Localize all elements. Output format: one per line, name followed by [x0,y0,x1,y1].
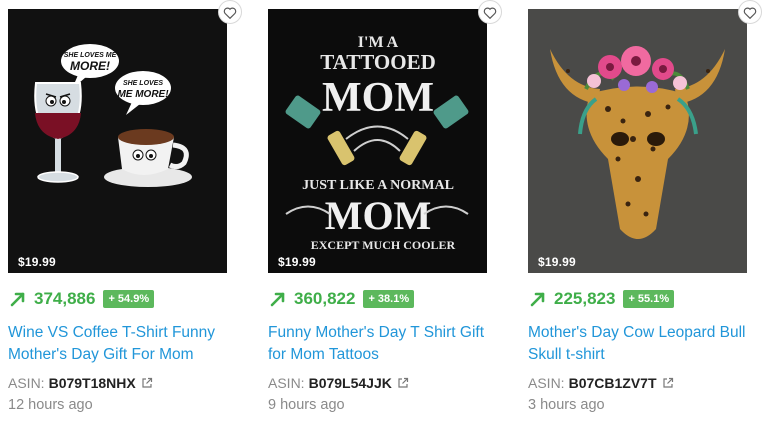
product-title-link[interactable]: Funny Mother's Day T Shirt Gift for Mom … [268,322,496,366]
product-title-link[interactable]: Wine VS Coffee T-Shirt Funny Mother's Da… [8,322,236,366]
product-card: I'M A TATTOOED MOM JUST LIKE A NORMAL MO… [268,0,502,437]
price-badge: $19.99 [538,255,576,269]
trending-up-icon [270,292,285,307]
sales-rank: 360,822 [294,289,356,308]
sales-stats: 225,823 + 55.1% [530,288,675,310]
rank-change-badge: + 55.1% [623,290,675,308]
rank-change-badge: + 54.9% [103,290,155,308]
time-ago: 9 hours ago [268,397,345,413]
external-link-icon[interactable] [397,377,409,389]
product-card: $19.99 225,823 + 55.1% Mother's Day Cow … [528,0,762,437]
product-title-link[interactable]: Mother's Day Cow Leopard Bull Skull t-sh… [528,322,756,366]
asin-label: ASIN: [8,375,45,391]
product-image[interactable]: I'M A TATTOOED MOM JUST LIKE A NORMAL MO… [268,9,487,273]
asin-row: ASIN: B07CB1ZV7T [528,374,674,392]
trending-up-icon [530,292,545,307]
external-link-icon[interactable] [141,377,153,389]
wine-coffee-artwork: SHE LOVES ME MORE! SHE LOVES ME MORE! [8,9,227,273]
asin-value: B079L54JJK [308,375,392,391]
art-text-line5: MOM [325,193,432,238]
heart-icon [223,7,237,19]
sales-rank: 374,886 [34,289,96,308]
tattooed-mom-artwork: I'M A TATTOOED MOM JUST LIKE A NORMAL MO… [268,9,487,273]
bubble-left-line1: SHE LOVES ME [64,52,117,59]
sales-stats: 360,822 + 38.1% [270,288,415,310]
rank-change-badge: + 38.1% [363,290,415,308]
art-text-line1: I'M A [358,34,399,51]
product-image[interactable]: SHE LOVES ME MORE! SHE LOVES ME MORE! $1… [8,9,227,273]
bubble-right-line1: SHE LOVES [123,80,163,87]
art-text-line3: MOM [322,75,434,121]
product-card: SHE LOVES ME MORE! SHE LOVES ME MORE! $1… [8,0,242,437]
asin-row: ASIN: B079L54JJK [268,374,409,392]
asin-label: ASIN: [268,375,305,391]
art-text-line4: JUST LIKE A NORMAL [302,178,454,193]
favorite-button[interactable] [738,0,762,24]
external-link-icon[interactable] [662,377,674,389]
art-text-line2: TATTOOED [320,50,436,74]
bubble-right-line2: ME MORE! [117,89,169,100]
heart-icon [483,7,497,19]
price-badge: $19.99 [18,255,56,269]
time-ago: 3 hours ago [528,397,605,413]
asin-row: ASIN: B079T18NHX [8,374,153,392]
asin-label: ASIN: [528,375,565,391]
sales-stats: 374,886 + 54.9% [10,288,155,310]
art-text-line6: EXCEPT MUCH COOLER [311,238,456,252]
price-badge: $19.99 [278,255,316,269]
trending-up-icon [10,292,25,307]
asin-value: B07CB1ZV7T [568,375,657,391]
time-ago: 12 hours ago [8,397,93,413]
cow-skull-artwork [528,9,747,273]
heart-icon [743,7,757,19]
favorite-button[interactable] [478,0,502,24]
sales-rank: 225,823 [554,289,616,308]
product-image[interactable]: $19.99 [528,9,747,273]
product-grid: SHE LOVES ME MORE! SHE LOVES ME MORE! $1… [0,0,765,437]
bubble-left-line2: MORE! [70,59,110,73]
favorite-button[interactable] [218,0,242,24]
asin-value: B079T18NHX [48,375,136,391]
